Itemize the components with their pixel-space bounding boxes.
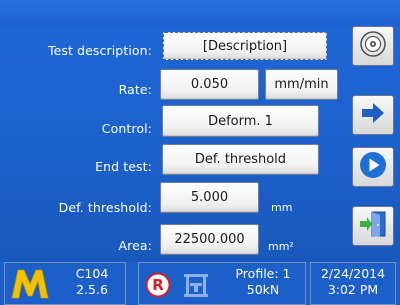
test-description-field[interactable]: [Description] <box>163 32 327 60</box>
control-label: Control: <box>101 121 152 136</box>
def-threshold-unit: mm <box>271 201 293 214</box>
r-badge-icon: R <box>145 272 171 301</box>
screen-top-edge <box>0 0 400 26</box>
def-threshold-label: Def. threshold: <box>58 200 152 215</box>
logo-icon <box>10 266 50 305</box>
date-display: 2/24/2014 <box>320 266 386 281</box>
area-field[interactable]: 22500.000 <box>160 224 259 255</box>
load-frame-icon <box>181 271 211 302</box>
disc-button[interactable] <box>352 26 394 66</box>
rate-label: Rate: <box>118 82 152 97</box>
touch-screen: Test description: [Description] Rate: 0.… <box>0 0 400 305</box>
rate-field[interactable]: 0.050 <box>160 69 259 100</box>
time-display: 3:02 PM <box>327 282 379 297</box>
profile-info[interactable]: R Profile: 1 50kN <box>138 262 306 305</box>
profile-label: Profile: 1 <box>235 266 291 281</box>
play-circle-icon <box>358 150 388 184</box>
end-test-select[interactable]: Def. threshold <box>162 144 319 175</box>
start-test-button[interactable] <box>352 147 394 187</box>
arrow-right-icon <box>359 101 387 129</box>
software-version: 2.5.6 <box>76 282 108 297</box>
area-label: Area: <box>118 238 152 253</box>
date-time: 2/24/2014 3:02 PM <box>310 262 396 305</box>
load-cell-capacity: 50kN <box>246 282 280 297</box>
rate-unit-button[interactable]: mm/min <box>265 69 338 100</box>
test-description-label: Test description: <box>47 43 152 58</box>
control-select[interactable]: Deform. 1 <box>162 105 319 137</box>
machine-info: C104 2.5.6 <box>4 262 126 305</box>
r-badge-label: R <box>152 276 164 294</box>
next-button[interactable] <box>352 95 394 135</box>
exit-door-icon <box>358 210 388 242</box>
exit-button[interactable] <box>352 206 394 246</box>
def-threshold-field[interactable]: 5.000 <box>160 182 259 213</box>
end-test-label: End test: <box>95 159 152 174</box>
machine-id: C104 <box>75 266 109 281</box>
disc-icon <box>359 30 387 62</box>
area-unit: mm² <box>268 240 294 253</box>
status-bar: C104 2.5.6 R Profile: 1 50kN 2/24/2014 3… <box>0 262 400 305</box>
